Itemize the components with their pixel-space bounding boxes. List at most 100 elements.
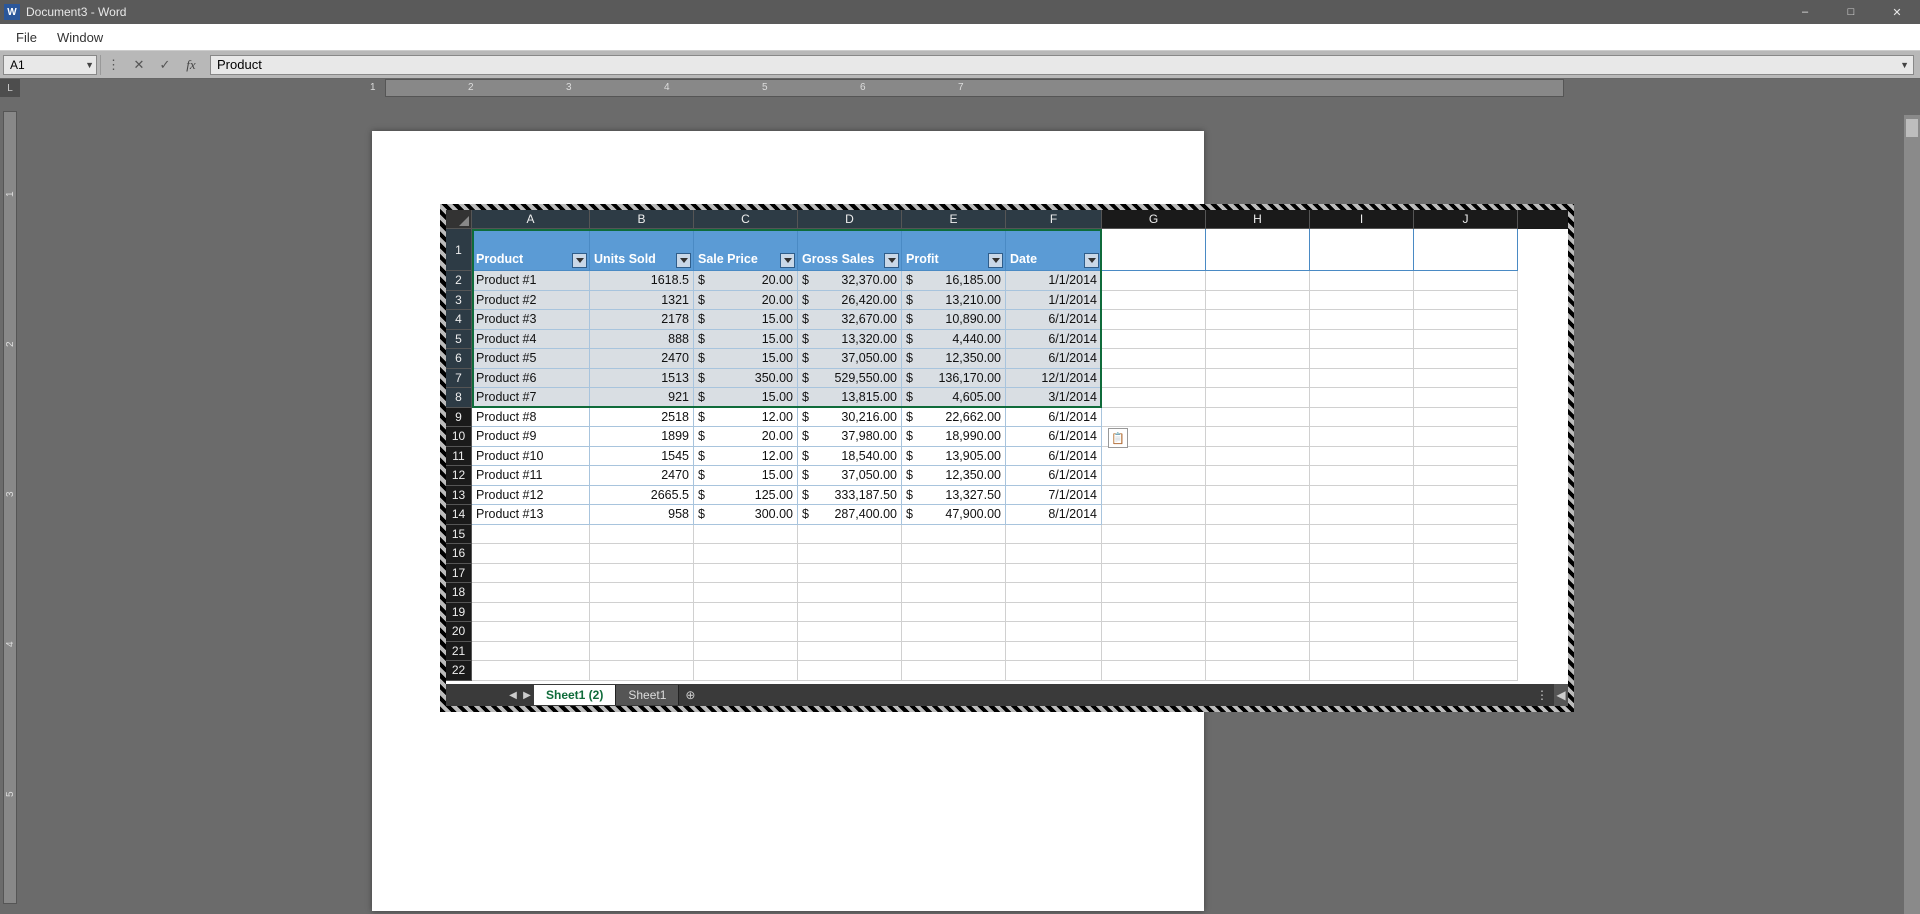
row-header[interactable]: 10 [446,427,472,447]
cell[interactable]: 1321 [590,291,694,311]
table-header-cell[interactable]: Profit [902,229,1006,271]
cell[interactable] [1206,505,1310,525]
cell[interactable] [1102,544,1206,564]
cell[interactable] [1206,408,1310,428]
row-header[interactable]: 22 [446,661,472,681]
minimize-button[interactable]: – [1782,0,1828,24]
cell[interactable]: 888 [590,330,694,350]
cell[interactable] [1414,349,1518,369]
cell[interactable]: $37,050.00 [798,349,902,369]
row-header[interactable]: 20 [446,622,472,642]
cell[interactable]: 1513 [590,369,694,389]
cell[interactable] [1414,486,1518,506]
cell[interactable]: $22,662.00 [902,408,1006,428]
cell[interactable] [1206,466,1310,486]
cell[interactable]: $16,185.00 [902,271,1006,291]
cell[interactable]: 1/1/2014 [1006,271,1102,291]
cell[interactable]: 1545 [590,447,694,467]
cell[interactable] [472,603,590,623]
cell[interactable] [1414,369,1518,389]
cell[interactable]: $18,540.00 [798,447,902,467]
cell[interactable]: 2178 [590,310,694,330]
cell[interactable]: Product #6 [472,369,590,389]
cell[interactable]: 6/1/2014 [1006,349,1102,369]
row-header[interactable]: 9 [446,408,472,428]
embedded-spreadsheet[interactable]: ABCDEFGHIJ 1ProductUnits SoldSale PriceG… [440,204,1574,712]
cell[interactable] [1206,447,1310,467]
cell[interactable] [1310,544,1414,564]
cell[interactable] [1414,622,1518,642]
cell-reference-box[interactable]: A1 ▼ [3,55,97,75]
row-header[interactable]: 5 [446,330,472,350]
cell[interactable] [1414,427,1518,447]
cell[interactable]: Product #12 [472,486,590,506]
cell[interactable] [472,642,590,662]
cell[interactable]: 1/1/2014 [1006,291,1102,311]
cell[interactable] [1310,271,1414,291]
cell[interactable]: Product #4 [472,330,590,350]
cell[interactable] [1310,447,1414,467]
cell[interactable] [1310,408,1414,428]
column-header-J[interactable]: J [1414,210,1518,229]
cell[interactable] [1206,486,1310,506]
cell[interactable]: $13,905.00 [902,447,1006,467]
cell[interactable]: $4,440.00 [902,330,1006,350]
table-header-cell[interactable]: Sale Price [694,229,798,271]
row-header[interactable]: 7 [446,369,472,389]
cell[interactable] [798,544,902,564]
cell[interactable]: 2470 [590,349,694,369]
cell[interactable] [1102,388,1206,408]
maximize-button[interactable]: □ [1828,0,1874,24]
cell[interactable]: 6/1/2014 [1006,447,1102,467]
cell[interactable] [1102,486,1206,506]
paste-options-icon[interactable]: 📋 [1108,428,1128,448]
cell[interactable] [1102,291,1206,311]
cancel-formula-button[interactable]: ✕ [126,55,152,75]
cell[interactable] [590,525,694,545]
cell[interactable] [1414,408,1518,428]
cell[interactable]: 12/1/2014 [1006,369,1102,389]
cell[interactable] [472,622,590,642]
cell[interactable] [1102,661,1206,681]
cell[interactable] [1206,583,1310,603]
cell[interactable] [902,564,1006,584]
cell[interactable] [694,583,798,603]
cell[interactable] [1102,447,1206,467]
cell[interactable]: $12.00 [694,447,798,467]
cell[interactable] [590,564,694,584]
cell[interactable] [1206,330,1310,350]
cell[interactable] [798,661,902,681]
cell[interactable] [694,544,798,564]
cell[interactable] [472,564,590,584]
cell[interactable]: Product #3 [472,310,590,330]
cell[interactable] [902,583,1006,603]
filter-dropdown-icon[interactable] [676,253,691,268]
cell[interactable] [1414,466,1518,486]
cell[interactable] [798,603,902,623]
cell[interactable]: $13,320.00 [798,330,902,350]
cell[interactable] [1206,427,1310,447]
cell[interactable] [1102,564,1206,584]
cell[interactable]: $26,420.00 [798,291,902,311]
cell[interactable] [1206,310,1310,330]
cell[interactable]: $13,815.00 [798,388,902,408]
formula-menu-button[interactable]: ⋮ [100,55,126,75]
column-header-F[interactable]: F [1006,210,1102,229]
cell[interactable]: 2665.5 [590,486,694,506]
cell[interactable] [1310,369,1414,389]
cell[interactable]: $287,400.00 [798,505,902,525]
table-header-cell[interactable]: Product [472,229,590,271]
cell[interactable] [694,622,798,642]
cell[interactable] [1206,369,1310,389]
cell[interactable]: $125.00 [694,486,798,506]
cell[interactable] [590,661,694,681]
cell[interactable] [1102,310,1206,330]
row-header[interactable]: 17 [446,564,472,584]
vertical-scrollbar[interactable] [1904,115,1920,914]
cell[interactable]: $13,210.00 [902,291,1006,311]
cell[interactable] [1310,229,1414,271]
cell[interactable]: $32,670.00 [798,310,902,330]
cell[interactable] [1414,564,1518,584]
cell[interactable] [1006,525,1102,545]
cell[interactable] [798,583,902,603]
